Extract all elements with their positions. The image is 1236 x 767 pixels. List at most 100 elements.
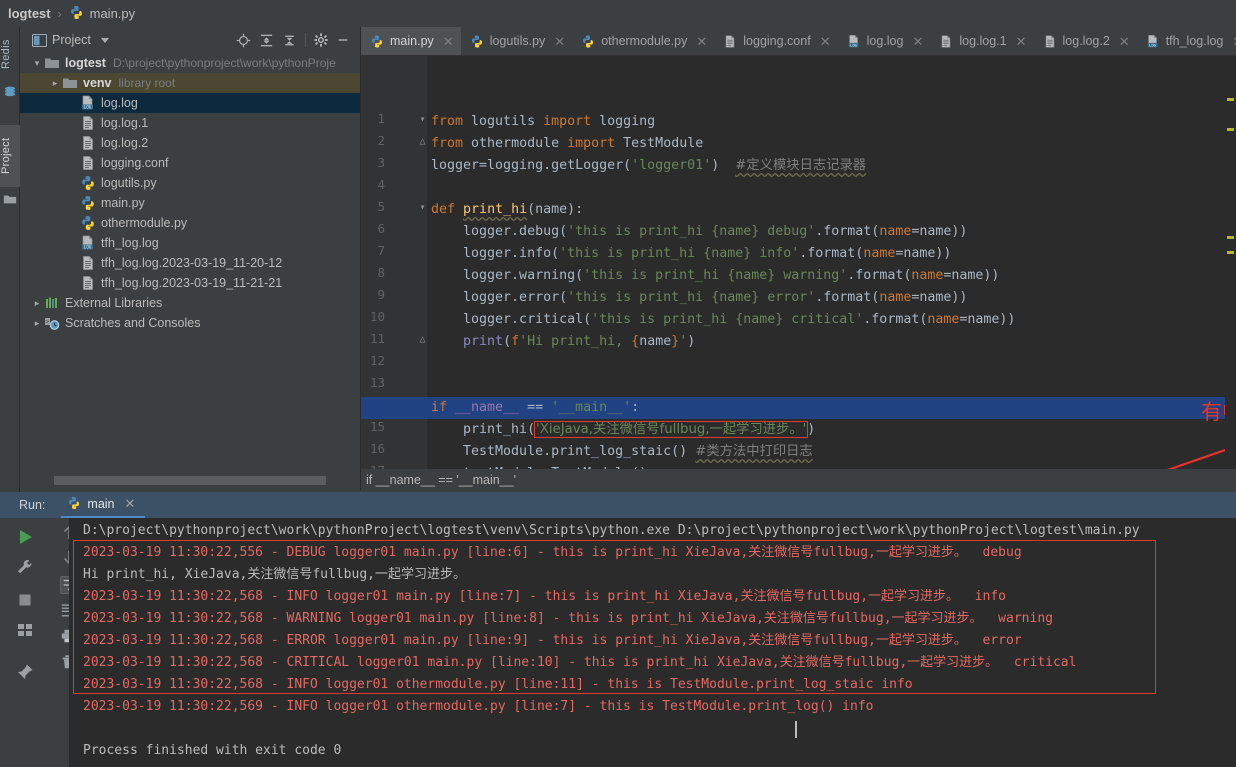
code-line-14: if __name__ == '__main__': [427,397,1236,419]
editor-tab-main-py[interactable]: main.py✕ [361,27,461,55]
breadcrumb-project[interactable]: logtest [8,6,51,21]
tree-row-log-log-1[interactable]: log.log.1 [20,113,360,133]
run-tab-main[interactable]: main ✕ [61,492,145,518]
editor-breadcrumb[interactable]: if __name__ == '__main__' [361,469,1236,491]
close-icon[interactable]: ✕ [912,35,923,48]
collapse-all-icon[interactable] [282,33,297,48]
text-file-icon [80,135,96,151]
warning-stripe[interactable] [1227,128,1234,131]
log-file-icon: LOG [80,95,96,111]
tree-row-label: logutils.py [101,176,157,190]
wrench-icon[interactable] [16,558,38,580]
tree-expand-arrow[interactable]: ▸ [48,78,62,89]
code-line-15: print_hi('XieJava,关注微信号fullbug,一起学习进步。') [427,419,1236,441]
project-hscrollbar-thumb[interactable] [54,476,326,485]
tree-row-label: log.log.1 [101,116,148,130]
editor-code-area[interactable]: from logutils import logging from otherm… [427,56,1236,469]
tree-row-log-log[interactable]: LOGlog.log [20,93,360,113]
code-editor[interactable]: 12345678910111213141516171819 ▾ △ ▾ △ ▾ … [361,56,1236,469]
run-icon[interactable] [16,528,38,550]
warning-stripe[interactable] [1227,236,1234,239]
fold-icon[interactable]: ▾ [418,202,427,213]
tree-row-tfh-log-log-2023-03-19-11-20-12[interactable]: tfh_log.log.2023-03-19_11-20-12 [20,253,360,273]
editor-tab-othermodule-py[interactable]: othermodule.py✕ [572,27,714,55]
database-icon [3,85,17,99]
console-line: 2023-03-19 11:30:22,568 - CRITICAL logge… [83,652,1076,674]
tree-row-label: logging.conf [101,156,168,170]
text-file-icon [80,155,96,171]
project-file-tree[interactable]: ▾logtestD:\project\pythonproject\work\py… [20,53,360,469]
editor-tab-log-log-1[interactable]: log.log.1✕ [930,27,1033,55]
python-file-icon [581,34,595,49]
code-line-10: logger.critical('this is print_hi {name}… [427,309,1236,331]
breadcrumb-file[interactable]: main.py [90,6,136,21]
code-line-7: logger.info('this is print_hi {name} inf… [427,243,1236,265]
sidebar-tab-redis[interactable]: Redis [0,29,20,79]
code-line-11: print(f'Hi print_hi, {name}') [427,331,1236,353]
console-line: Process finished with exit code 0 [83,740,341,762]
text-file-icon [80,255,96,271]
editor-tab-logging-conf[interactable]: logging.conf✕ [714,27,837,55]
code-line-16: TestModule.print_log_staic() #类方法中打印日志 [427,441,1236,463]
tree-row-logging-conf[interactable]: logging.conf [20,153,360,173]
code-line-4 [427,177,1236,199]
fold-icon[interactable]: △ [418,334,427,345]
tree-row-tfh-log-log[interactable]: LOGtfh_log.log [20,233,360,253]
tree-expand-arrow[interactable]: ▸ [30,298,44,309]
sidebar-tab-project[interactable]: Project [0,125,20,187]
python-file-icon [69,5,84,23]
fold-icon[interactable]: ▾ [418,114,427,125]
editor-tab-logutils-py[interactable]: logutils.py✕ [461,27,573,55]
top-breadcrumb: logtest › main.py [0,0,1236,27]
tree-row-log-log-2[interactable]: log.log.2 [20,133,360,153]
editor-vertical-scrollbar[interactable] [1225,56,1236,469]
expand-all-icon[interactable] [259,33,274,48]
close-icon[interactable]: ✕ [1119,35,1130,48]
minimize-icon[interactable] [336,33,350,47]
close-icon[interactable]: ✕ [125,496,136,512]
code-line-3: logger=logging.getLogger('logger01') #定义… [427,155,1236,177]
console-line: D:\project\pythonproject\work\pythonProj… [83,520,1140,542]
tree-row-logtest[interactable]: ▾logtestD:\project\pythonproject\work\py… [20,53,360,73]
editor-tab-log-log-2[interactable]: log.log.2✕ [1034,27,1137,55]
close-icon[interactable]: ✕ [696,35,707,48]
line-number: 13 [361,375,385,390]
stop-icon[interactable] [16,591,38,613]
tree-expand-arrow[interactable]: ▸ [30,318,44,329]
tree-row-main-py[interactable]: main.py [20,193,360,213]
run-console-output[interactable]: D:\project\pythonproject\work\pythonProj… [69,518,1236,767]
warning-stripe[interactable] [1227,251,1234,254]
tree-row-logutils-py[interactable]: logutils.py [20,173,360,193]
chevron-down-icon[interactable] [101,38,109,43]
close-icon[interactable]: ✕ [820,35,831,48]
console-caret [795,721,797,738]
close-icon[interactable]: ✕ [554,35,565,48]
editor-tab-log-log[interactable]: LOG log.log ✕ [838,27,931,55]
tree-row-label: logtest [65,56,106,70]
layout-icon[interactable] [16,621,38,643]
code-line-1: from logutils import logging [427,111,1236,133]
pin-icon[interactable] [16,663,38,685]
gear-icon[interactable] [314,33,328,47]
warning-stripe[interactable] [1227,98,1234,101]
log-file-icon: LOG [1146,34,1160,49]
locate-target-icon[interactable] [236,33,251,48]
tree-row-othermodule-py[interactable]: othermodule.py [20,213,360,233]
editor-tab-bar[interactable]: main.py✕logutils.py✕othermodule.py✕loggi… [361,27,1236,56]
fold-icon[interactable]: △ [418,136,427,147]
editor-tab-label: log.log [867,34,904,48]
tree-row-scratches-and-consoles[interactable]: ▸>Scratches and Consoles [20,313,360,333]
tree-row-external-libraries[interactable]: ▸External Libraries [20,293,360,313]
close-icon[interactable]: ✕ [443,35,454,48]
line-number: 7 [361,243,385,258]
editor-tab-tfh-log-log[interactable]: LOGtfh_log.log✕ [1137,27,1236,55]
tree-row-tfh-log-log-2023-03-19-11-21-21[interactable]: tfh_log.log.2023-03-19_11-21-21 [20,273,360,293]
svg-text:LOG: LOG [850,43,857,47]
close-icon[interactable]: ✕ [1016,35,1027,48]
run-window-label: Run: [19,498,45,512]
toolbar-divider [305,33,306,47]
tree-expand-arrow[interactable]: ▾ [30,58,44,69]
tree-row-venv[interactable]: ▸venvlibrary root [20,73,360,93]
close-icon[interactable]: ✕ [1232,35,1236,48]
python-file-icon [80,215,96,231]
